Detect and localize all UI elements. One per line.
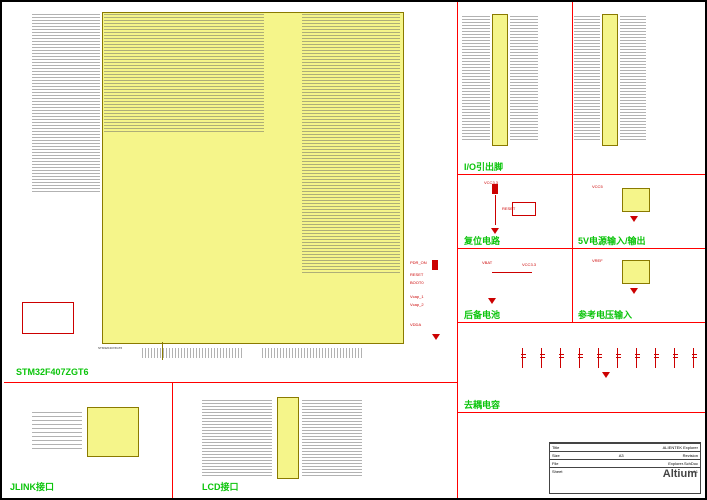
vcc-flag-mcu [432,260,438,270]
section-label-reset: 复位电路 [464,234,500,247]
tb-title: ALIENTEK Explorer [663,445,698,450]
vref-gnd [630,288,638,294]
decap [674,348,687,368]
decap-gnd [602,372,610,378]
power-5v-symbol [622,188,650,212]
mcu-vcap2-label: Vcap_2 [410,302,424,307]
lcd-header-symbol [277,397,299,479]
io-header-2 [602,14,618,146]
tb-sheet-key: Sheet [552,469,562,474]
reset-button-symbol [512,202,536,216]
schematic-sheet: STM32F407ZGT6 PDR_ON RESET BOOT0 Vcap_1 … [0,0,707,500]
tb-file: Explorer.SchDoc [668,461,698,466]
battery-wire [492,272,532,273]
decap [617,348,630,368]
section-label-battery: 后备电池 [464,308,500,321]
section-label-power: 5V电源输入/输出 [578,234,646,247]
battery-gnd [488,298,496,304]
divider-right-4 [457,412,705,413]
decap [579,348,592,368]
lcd-right-text [302,400,362,476]
section-label-io: I/O引出脚 [464,160,503,173]
reset-rc-wire [495,195,496,225]
io-pins-2R [620,16,646,142]
divider-vertical-2 [572,2,573,322]
divider-vertical-1 [457,2,458,498]
decap-row [522,348,707,368]
decap [560,348,573,368]
section-label-decaps: 去耦电容 [464,398,500,411]
decap [522,348,535,368]
io-header-1 [492,14,508,146]
battery-net-label: VBAT [482,260,492,265]
section-label-vref: 参考电压输入 [578,308,632,321]
divider-vertical-bottom [172,382,173,498]
io-pins-1R [510,16,538,142]
divider-horiz-mcu-bottom [4,382,457,383]
decap [541,348,554,368]
battery-vcc-label: VCC3.3 [522,262,536,267]
section-label-lcd: LCD接口 [202,480,239,493]
mcu-bottom-pins-1 [142,348,242,358]
tb-title-key: Title [552,445,559,450]
decap [655,348,668,368]
jlink-pin-text [32,412,82,452]
decap [598,348,611,368]
mcu-left-inside-pin-text [104,14,264,134]
mcu-vdda-label: VDDA [410,322,421,327]
mcu-vcap1-label: Vcap_1 [410,294,424,299]
vref-net-label: VREF [592,258,603,263]
mcu-bottom-pins-2 [262,348,362,358]
io-pins-2L [574,16,600,142]
divider-right-3 [457,322,705,323]
mcu-right-pin-text [302,14,400,274]
tb-file-key: File [552,461,558,466]
tb-size: A3 [619,453,624,458]
mcu-boot0-label: BOOT0 [410,280,424,285]
mcu-pdron-label: PDR_ON [410,260,427,265]
section-label-jlink: JLINK接口 [10,480,54,493]
tb-rev-key: Revision [683,453,698,458]
decap [693,348,706,368]
xtal-cluster [22,302,74,334]
power5v-gnd [630,216,638,222]
gnd-mcu [432,334,440,340]
vref-symbol [622,260,650,284]
mcu-reset-label: RESET [410,272,423,277]
decap [636,348,649,368]
mcu-left-pin-text [32,14,100,194]
jlink-header-symbol [87,407,139,457]
reset-vcc-flag [492,184,498,194]
reset-vcc-label: VCC3.3 [484,180,498,185]
io-pins-1L [462,16,490,142]
divider-right-2 [457,248,705,249]
lcd-left-text [202,400,272,476]
tb-size-key: Size [552,453,560,458]
cad-logo: Altium [663,468,697,480]
power5v-vcc-label: VCC5 [592,184,603,189]
mcu-part-label: STM32F407ZGT6 [98,347,122,350]
section-label-mcu: STM32F407ZGT6 [16,367,89,377]
divider-right-1 [457,174,705,175]
